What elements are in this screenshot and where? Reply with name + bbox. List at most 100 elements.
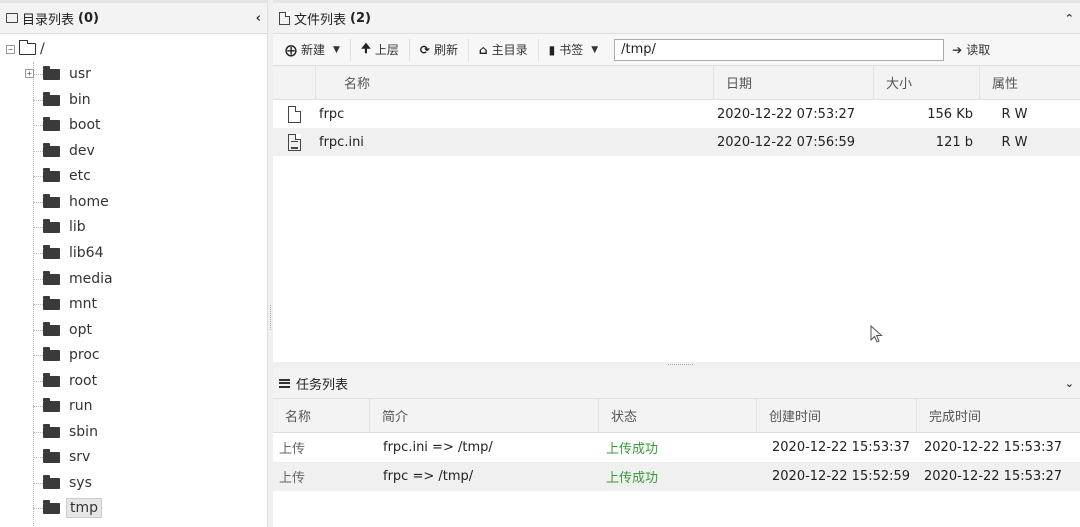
- home-button[interactable]: ⌂ 主目录: [469, 38, 539, 61]
- caret-down-icon: ▼: [591, 44, 599, 55]
- tree-item-lib[interactable]: lib: [33, 216, 89, 238]
- folder-icon: [43, 448, 60, 463]
- task-row[interactable]: 上传 frpc => /tmp/ 上传成功 2020-12-22 15:52:5…: [273, 462, 1080, 491]
- task-panel-title: 任务列表: [296, 377, 349, 393]
- up-button[interactable]: 🠉 上层: [351, 38, 410, 61]
- caret-down-icon: ▼: [333, 44, 340, 55]
- folder-icon: [43, 321, 60, 336]
- directory-panel-header: 目录列表 (0) ‹: [0, 0, 267, 34]
- file-row[interactable]: frpc 2020-12-22 07:53:27 156 Kb R W: [273, 100, 1080, 128]
- tree-item-srv[interactable]: srv: [33, 446, 93, 468]
- refresh-icon: ⟳: [419, 42, 430, 57]
- task-grid-header: 名称 简介 状态 创建时间 完成时间: [273, 399, 1080, 433]
- tree-root-label: /: [40, 41, 45, 57]
- folder-icon: [43, 142, 60, 157]
- column-attr[interactable]: 属性: [979, 66, 1080, 99]
- folder-icon: [43, 244, 60, 259]
- collapse-toggle-icon[interactable]: −: [6, 44, 15, 54]
- tree-item-etc[interactable]: etc: [33, 165, 94, 187]
- folder-open-icon: [19, 40, 36, 55]
- tree-item-bin[interactable]: bin: [33, 89, 94, 111]
- mouse-cursor-icon: [870, 325, 883, 343]
- folder-icon: [43, 397, 60, 412]
- directory-panel: 目录列表 (0) ‹ − / + usr bin boot dev etc ho…: [0, 0, 268, 527]
- tree-item-media[interactable]: media: [33, 268, 116, 290]
- tree-item-opt[interactable]: opt: [33, 319, 95, 341]
- document-icon: [279, 11, 290, 25]
- folder-icon: [43, 499, 60, 514]
- chevron-left-icon[interactable]: ‹: [256, 11, 261, 26]
- folder-icon: [43, 218, 60, 233]
- home-icon: ⌂: [478, 42, 488, 57]
- tree-item-sys[interactable]: sys: [33, 472, 95, 494]
- tree-item-usr[interactable]: + usr: [25, 63, 94, 85]
- folder-icon: [43, 295, 60, 310]
- folder-icon: [43, 474, 60, 489]
- folder-icon: [43, 270, 60, 285]
- column-size[interactable]: 大小: [873, 66, 979, 99]
- directory-panel-title: 目录列表: [22, 12, 75, 28]
- chevron-up-icon[interactable]: ⌃: [1065, 12, 1074, 25]
- file-size: 156 Kb: [927, 106, 973, 122]
- tree-item-boot[interactable]: boot: [33, 114, 104, 136]
- folder-icon: [43, 193, 60, 208]
- file-panel-title: 文件列表: [294, 12, 347, 28]
- folder-icon: [43, 65, 60, 80]
- tree-item-proc[interactable]: proc: [33, 344, 103, 366]
- file-panel-header: 文件列表 (2) ⌃: [273, 0, 1080, 34]
- list-icon: [279, 378, 290, 388]
- column-name[interactable]: 名称: [315, 66, 713, 99]
- folder-icon: [43, 91, 60, 106]
- tree-item-dev[interactable]: dev: [33, 140, 98, 162]
- file-attr: R W: [1001, 106, 1028, 122]
- folder-icon: [43, 167, 60, 182]
- file-name: frpc.ini: [319, 134, 364, 150]
- tree-item-run[interactable]: run: [33, 395, 96, 417]
- text-file-icon: [287, 133, 301, 151]
- folder-icon: [43, 372, 60, 387]
- file-count: (2): [350, 10, 371, 26]
- tree-item-lib64[interactable]: lib64: [33, 242, 106, 264]
- file-panel: 文件列表 (2) ⌃ ⨁ 新建 ▼ 🠉 上层 ⟳ 刷新 ⌂ 主目录 ▮ 书签 ▼: [273, 0, 1080, 362]
- column-name[interactable]: 名称: [273, 399, 369, 432]
- directory-count: (0): [78, 10, 99, 26]
- folder-icon: [43, 116, 60, 131]
- file-date: 2020-12-22 07:56:59: [717, 134, 856, 150]
- file-size: 121 b: [935, 134, 973, 150]
- status-text: 上传成功: [606, 471, 659, 486]
- status-text: 上传成功: [606, 442, 659, 457]
- column-created[interactable]: 创建时间: [756, 399, 916, 432]
- column-done[interactable]: 完成时间: [916, 399, 1080, 432]
- expand-toggle-icon[interactable]: +: [25, 69, 34, 78]
- column-desc[interactable]: 简介: [369, 399, 598, 432]
- bookmark-icon: ▮: [548, 42, 556, 57]
- tree-item-mnt[interactable]: mnt: [33, 293, 100, 315]
- folder-icon: [43, 423, 60, 438]
- read-button[interactable]: ➔ 读取: [952, 41, 990, 58]
- file-attr: R W: [1001, 134, 1028, 150]
- path-input[interactable]: [614, 38, 945, 61]
- task-row[interactable]: 上传 frpc.ini => /tmp/ 上传成功 2020-12-22 15:…: [273, 433, 1080, 462]
- file-row[interactable]: frpc.ini 2020-12-22 07:56:59 121 b R W: [273, 128, 1080, 156]
- column-status[interactable]: 状态: [598, 399, 756, 432]
- directory-tree: − / + usr bin boot dev etc home lib lib6…: [0, 34, 267, 527]
- tree-root[interactable]: − /: [6, 40, 45, 58]
- column-date[interactable]: 日期: [713, 66, 873, 99]
- file-icon: [287, 105, 301, 123]
- file-grid-header: 名称 日期 大小 属性: [273, 66, 1080, 100]
- plus-circle-icon: ⨁: [285, 42, 297, 57]
- folder-icon: [43, 346, 60, 361]
- arrow-right-icon: ➔: [952, 42, 963, 57]
- arrow-up-icon: 🠉: [360, 41, 371, 55]
- task-panel-header: 任务列表 ⌄: [273, 368, 1080, 399]
- chevron-down-icon[interactable]: ⌄: [1065, 377, 1074, 390]
- tree-item-tmp[interactable]: tmp: [33, 497, 103, 519]
- bookmark-button[interactable]: ▮ 书签 ▼: [539, 39, 609, 61]
- file-date: 2020-12-22 07:53:27: [717, 106, 856, 122]
- tree-item-root[interactable]: root: [33, 370, 100, 392]
- tree-item-sbin[interactable]: sbin: [33, 421, 101, 443]
- tree-item-home[interactable]: home: [33, 191, 112, 213]
- refresh-button[interactable]: ⟳ 刷新: [410, 38, 469, 61]
- new-button[interactable]: ⨁ 新建 ▼: [279, 38, 351, 61]
- task-panel: 任务列表 ⌄ 名称 简介 状态 创建时间 完成时间 上传 frpc.ini =>…: [273, 368, 1080, 527]
